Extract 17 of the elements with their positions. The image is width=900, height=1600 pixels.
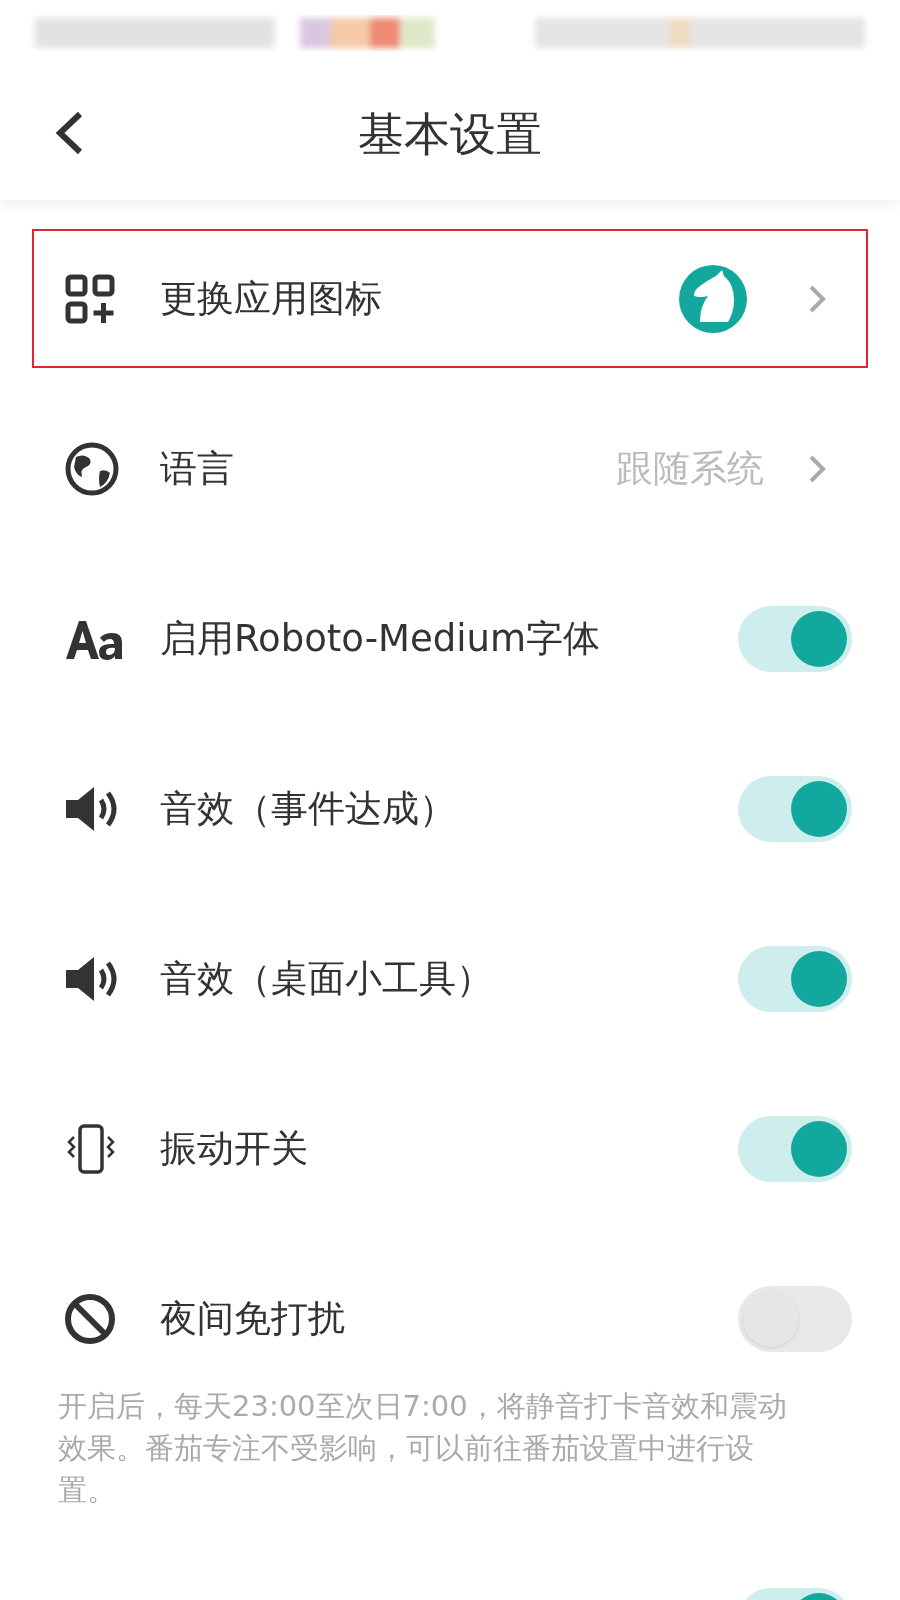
setting-label: 音效（桌面小工具）: [160, 955, 494, 1002]
chevron-icon: [808, 283, 826, 314]
grid-add-icon: [64, 272, 116, 325]
setting-label: 更换应用图标: [160, 275, 383, 322]
settings-row[interactable]: 更换应用图标: [32, 229, 868, 368]
setting-label: 语言: [160, 445, 235, 492]
page-title: 基本设置: [358, 106, 542, 163]
setting-label: 启用Roboto-Medium字体: [160, 615, 601, 662]
globe-icon: [64, 440, 120, 497]
setting-label: 音效（事件达成）: [160, 785, 457, 832]
setting-value: 跟随系统: [616, 445, 764, 492]
setting-label: 振动开关: [160, 1125, 309, 1172]
setting-label: 夜间免打扰: [160, 1295, 346, 1342]
do-not-disturb-icon: [64, 1292, 116, 1345]
note-text: 开启后，每天23:00至次日7:00，将静音打卡音效和震动效果。番茄专注不受影响，可以前往番茄设置中进行设置。: [58, 1388, 788, 1509]
settings-row[interactable]: 语言 跟随系统: [32, 399, 868, 538]
chevron-icon: [808, 453, 826, 484]
